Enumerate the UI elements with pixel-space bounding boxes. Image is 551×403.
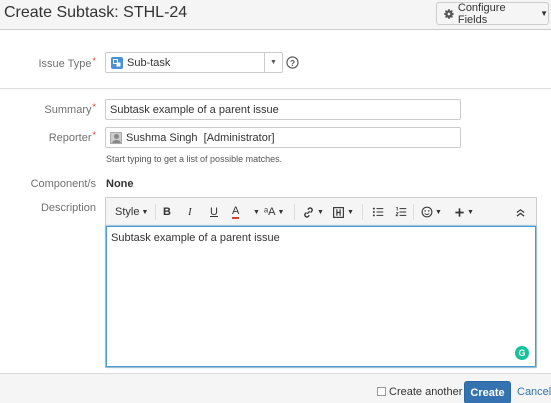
chevron-down-icon[interactable]: ▼ <box>264 53 282 72</box>
underline-button[interactable]: U <box>210 205 218 219</box>
chevron-down-icon: ▼ <box>141 208 149 216</box>
subtask-icon <box>111 56 123 69</box>
description-label: Description <box>40 202 96 214</box>
insert-media-button[interactable]: ▼ <box>332 205 354 219</box>
numbered-list-icon <box>395 207 407 217</box>
chevron-down-icon: ▼ <box>347 208 354 216</box>
components-value: None <box>106 178 134 190</box>
reporter-label: Reporter* <box>48 130 96 144</box>
link-icon <box>304 206 313 218</box>
chevron-down-icon: ▼ <box>317 208 324 216</box>
toolbar-separator <box>362 204 363 220</box>
create-another-checkbox[interactable] <box>377 387 386 396</box>
components-label: Component/s <box>30 178 96 190</box>
description-editor: Style ▼ B I U A ▼ ᵃA ▼ ▼ ▼ ▼ ▼ Subtask e… <box>105 197 537 368</box>
emoticon-button[interactable]: ▼ <box>421 205 442 219</box>
chevron-down-icon: ▼ <box>253 208 260 216</box>
required-marker: * <box>92 102 96 112</box>
text-color-dropdown[interactable]: ▼ <box>251 205 260 219</box>
help-icon[interactable]: ? <box>286 56 299 69</box>
italic-button[interactable]: I <box>188 205 192 219</box>
svg-text:?: ? <box>290 58 295 68</box>
insert-more-button[interactable]: ▼ <box>454 205 474 219</box>
chevron-down-icon: ▼ <box>467 208 474 216</box>
grammarly-icon[interactable]: G <box>515 346 529 360</box>
link-button[interactable]: ▼ <box>302 205 324 219</box>
required-marker: * <box>92 56 96 66</box>
summary-label: Summary* <box>44 102 96 116</box>
bullet-list-icon <box>372 207 384 217</box>
issue-type-value: Sub-task <box>127 56 171 69</box>
toolbar-separator <box>413 204 414 220</box>
bullet-list-button[interactable] <box>372 205 384 219</box>
create-button[interactable]: Create <box>464 381 511 403</box>
toolbar-separator <box>155 204 156 220</box>
description-textarea[interactable]: Subtask example of a parent issue G <box>106 226 536 367</box>
cancel-link[interactable]: Cancel <box>517 386 551 398</box>
issue-type-select[interactable]: Sub-task ▼ <box>105 52 283 73</box>
collapse-toolbar-button[interactable] <box>516 205 525 219</box>
attachment-icon <box>333 206 344 218</box>
description-value: Subtask example of a parent issue <box>111 232 280 244</box>
chevron-down-icon: ▼ <box>277 208 285 216</box>
chevron-double-up-icon <box>516 208 525 217</box>
configure-fields-label: Configure Fields <box>457 1 506 26</box>
toolbar-separator <box>294 204 295 220</box>
chevron-down-icon: ▼ <box>435 208 442 216</box>
reporter-input[interactable]: Sushma Singh [Administrator] <box>105 127 461 148</box>
section-divider <box>0 88 551 89</box>
text-color-button[interactable]: A <box>232 205 240 219</box>
more-formatting-button[interactable]: ᵃA ▼ <box>264 205 284 219</box>
dialog-title: Create Subtask: STHL-24 <box>4 4 188 21</box>
smiley-icon <box>421 206 433 218</box>
required-marker: * <box>92 130 96 140</box>
issue-type-label: Issue Type* <box>38 56 96 70</box>
reporter-value: Sushma Singh [Administrator] <box>126 131 275 144</box>
summary-value: Subtask example of a parent issue <box>110 103 279 116</box>
reporter-hint: Start typing to get a list of possible m… <box>106 154 283 164</box>
gear-icon <box>444 8 454 19</box>
dialog-header: Create Subtask: STHL-24 Configure Fields… <box>0 0 551 30</box>
editor-toolbar: Style ▼ B I U A ▼ ᵃA ▼ ▼ ▼ ▼ ▼ <box>106 198 536 226</box>
style-dropdown[interactable]: Style ▼ <box>115 205 148 219</box>
configure-fields-button[interactable]: Configure Fields ▼ <box>436 1 549 26</box>
numbered-list-button[interactable] <box>395 205 407 219</box>
plus-icon <box>455 207 464 217</box>
bold-button[interactable]: B <box>163 205 171 219</box>
summary-input[interactable]: Subtask example of a parent issue <box>105 99 461 120</box>
dialog-footer: Create another Create Cancel <box>0 373 551 403</box>
chevron-down-icon: ▼ <box>540 9 548 18</box>
create-another-label[interactable]: Create another <box>389 386 462 398</box>
avatar <box>110 131 122 144</box>
